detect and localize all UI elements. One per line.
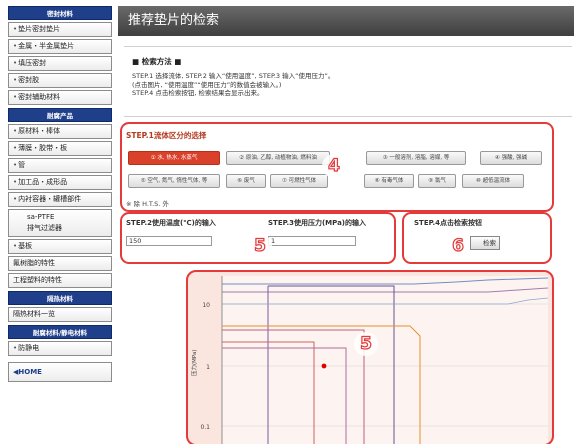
- sidebar-item-lining[interactable]: •内衬容器・罐槽部件: [8, 192, 112, 207]
- method-heading: ■ 检索方法 ■: [132, 57, 182, 66]
- sidebar-section-corrosion: 耐腐产品: [8, 108, 112, 122]
- sidebar-item-sealant[interactable]: •密封胶: [8, 73, 112, 88]
- chart-svg[interactable]: 10 1 0.1 压力(MPa): [188, 272, 552, 444]
- sidebar-item-insulation-list[interactable]: 隔热材料一览: [8, 307, 112, 322]
- sidebar-section-antistatic: 耐腐材料/静电材料: [8, 325, 112, 339]
- pressure-input[interactable]: 1: [268, 236, 356, 246]
- divider: [124, 116, 572, 117]
- sidebar: 密封材料 •垫片密封垫片 •金属・半金属垫片 •填压密封 •密封胶 •密封辅助材…: [8, 6, 112, 382]
- sidebar-item-eng-plastic[interactable]: 工程塑料的特性: [8, 273, 112, 288]
- y-tick-label: 0.1: [200, 424, 210, 431]
- method-line: (点击图片, “使用温度”“使用压力”的数值会被输入。): [132, 80, 282, 89]
- fluid-option-cryogenic[interactable]: ⑩ 超低温流体: [462, 174, 524, 188]
- sidebar-item-substrate[interactable]: •基板: [8, 239, 112, 254]
- fluid-option-exhaust[interactable]: ⑥ 废气: [226, 174, 266, 188]
- sidebar-item-fluororesin[interactable]: 氟树脂的特性: [8, 256, 112, 271]
- sidebar-item-antistatic[interactable]: •防静电: [8, 341, 112, 356]
- hts-note: ※ 除 H.T.S. 外: [126, 200, 169, 208]
- method-instructions: STEP.1 选择流体, STEP.2 输入“使用温度”, STEP.3 输入“…: [132, 72, 334, 98]
- sidebar-item-raw-material[interactable]: •原材料・棒体: [8, 124, 112, 139]
- fluid-option-chlorine[interactable]: ⑨ 氯气: [418, 174, 456, 188]
- fluid-option-oil[interactable]: ② 原油, 乙醇, 动植物油, 燃料油: [226, 151, 330, 165]
- main-content: 推荐垫片的检索 ■ 检索方法 ■ STEP.1 选择流体, STEP.2 输入“…: [118, 6, 574, 444]
- sidebar-item-seal-aux[interactable]: •密封辅助材料: [8, 90, 112, 105]
- sidebar-item-gasket[interactable]: •垫片密封垫片: [8, 22, 112, 37]
- fluid-option-solvent[interactable]: ③ 一般溶剂, 溶脂, 溶媒, 等: [366, 151, 466, 165]
- page-title: 推荐垫片的检索: [118, 6, 574, 36]
- y-tick-label: 1: [206, 364, 210, 371]
- fluid-option-toxic[interactable]: ⑧ 有毒气体: [364, 174, 414, 188]
- temperature-input[interactable]: 150: [126, 236, 212, 246]
- annotation-badge: 6: [446, 234, 470, 258]
- home-link[interactable]: ◀HOME: [8, 362, 112, 382]
- sidebar-item-packing[interactable]: •填压密封: [8, 56, 112, 71]
- sidebar-section-sealing: 密封材料: [8, 6, 112, 20]
- method-line: STEP.4 点击检索按钮, 检索结果会显示出来。: [132, 89, 264, 97]
- step2-title: STEP.2使用温度(℃)的输入: [126, 219, 216, 227]
- fluid-option-flammable[interactable]: ⑦ 可燃性气体: [270, 174, 328, 188]
- method-line: STEP.1 选择流体, STEP.2 输入“使用温度”, STEP.3 输入“…: [132, 72, 335, 80]
- search-button[interactable]: 检索: [470, 236, 500, 250]
- sidebar-section-insulation: 隔热材料: [8, 291, 112, 305]
- sidebar-item-ptfe-filter[interactable]: sa-PTFE 排气过滤器: [8, 209, 112, 237]
- sidebar-item-processed[interactable]: •加工品・成形品: [8, 175, 112, 190]
- sidebar-item-metal-gasket[interactable]: •金属・半金属垫片: [8, 39, 112, 54]
- pressure-temperature-chart[interactable]: 10 1 0.1 压力(MPa): [186, 270, 554, 444]
- plot-area: [222, 276, 548, 444]
- sidebar-item-pipe[interactable]: •管: [8, 158, 112, 173]
- step1-title: STEP.1流体区分的选择: [126, 131, 207, 140]
- selected-point: [321, 363, 327, 369]
- y-axis-label: 压力(MPa): [190, 350, 198, 376]
- fluid-option-air[interactable]: ⑤ 空气, 氮气, 惰性气体, 等: [128, 174, 220, 188]
- fluid-option-acid[interactable]: ④ 强酸, 强碱: [480, 151, 542, 165]
- fluid-option-water[interactable]: ① 水, 热水, 水蒸气: [128, 151, 220, 165]
- y-tick-label: 10: [202, 302, 210, 309]
- divider: [124, 46, 572, 47]
- sidebar-item-film[interactable]: •薄膜・胶带・板: [8, 141, 112, 156]
- step3-title: STEP.3使用压力(MPa)的输入: [268, 219, 367, 227]
- step4-title: STEP.4点击检索按钮: [414, 219, 482, 227]
